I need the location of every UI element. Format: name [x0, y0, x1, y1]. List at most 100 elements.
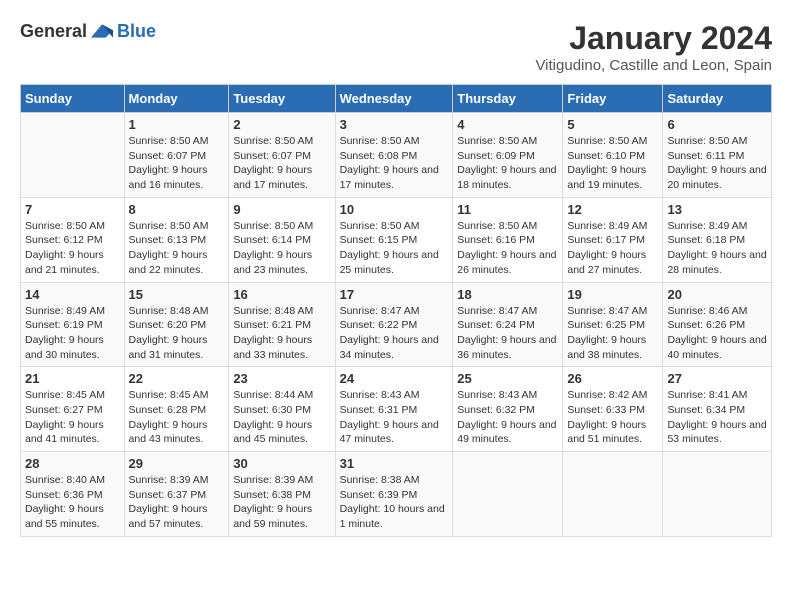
day-info: Sunrise: 8:38 AMSunset: 6:39 PMDaylight:… — [340, 473, 449, 532]
day-info: Sunrise: 8:50 AMSunset: 6:08 PMDaylight:… — [340, 134, 449, 193]
calendar-week-0: 1 Sunrise: 8:50 AMSunset: 6:07 PMDayligh… — [21, 113, 772, 198]
table-row: 30 Sunrise: 8:39 AMSunset: 6:38 PMDaylig… — [229, 452, 335, 537]
table-row: 2 Sunrise: 8:50 AMSunset: 6:07 PMDayligh… — [229, 113, 335, 198]
day-info: Sunrise: 8:44 AMSunset: 6:30 PMDaylight:… — [233, 388, 330, 447]
day-info: Sunrise: 8:50 AMSunset: 6:11 PMDaylight:… — [667, 134, 767, 193]
day-info: Sunrise: 8:43 AMSunset: 6:32 PMDaylight:… — [457, 388, 558, 447]
header-saturday: Saturday — [663, 85, 772, 113]
table-row: 31 Sunrise: 8:38 AMSunset: 6:39 PMDaylig… — [335, 452, 453, 537]
day-info: Sunrise: 8:50 AMSunset: 6:10 PMDaylight:… — [567, 134, 658, 193]
day-info: Sunrise: 8:40 AMSunset: 6:36 PMDaylight:… — [25, 473, 120, 532]
day-number: 11 — [457, 202, 558, 217]
logo-text-general: General — [20, 21, 87, 42]
table-row: 3 Sunrise: 8:50 AMSunset: 6:08 PMDayligh… — [335, 113, 453, 198]
day-info: Sunrise: 8:49 AMSunset: 6:19 PMDaylight:… — [25, 304, 120, 363]
day-number: 15 — [129, 287, 225, 302]
day-info: Sunrise: 8:48 AMSunset: 6:20 PMDaylight:… — [129, 304, 225, 363]
calendar-week-3: 21 Sunrise: 8:45 AMSunset: 6:27 PMDaylig… — [21, 367, 772, 452]
header-row: Sunday Monday Tuesday Wednesday Thursday… — [21, 85, 772, 113]
table-row: 19 Sunrise: 8:47 AMSunset: 6:25 PMDaylig… — [563, 282, 663, 367]
day-info: Sunrise: 8:43 AMSunset: 6:31 PMDaylight:… — [340, 388, 449, 447]
table-row: 18 Sunrise: 8:47 AMSunset: 6:24 PMDaylig… — [453, 282, 563, 367]
day-number: 6 — [667, 117, 767, 132]
table-row — [563, 452, 663, 537]
table-row: 17 Sunrise: 8:47 AMSunset: 6:22 PMDaylig… — [335, 282, 453, 367]
header-sunday: Sunday — [21, 85, 125, 113]
day-number: 18 — [457, 287, 558, 302]
day-info: Sunrise: 8:42 AMSunset: 6:33 PMDaylight:… — [567, 388, 658, 447]
table-row: 5 Sunrise: 8:50 AMSunset: 6:10 PMDayligh… — [563, 113, 663, 198]
table-row: 16 Sunrise: 8:48 AMSunset: 6:21 PMDaylig… — [229, 282, 335, 367]
title-area: January 2024 Vitigudino, Castille and Le… — [535, 20, 772, 74]
day-info: Sunrise: 8:50 AMSunset: 6:07 PMDaylight:… — [129, 134, 225, 193]
table-row: 13 Sunrise: 8:49 AMSunset: 6:18 PMDaylig… — [663, 197, 772, 282]
day-number: 2 — [233, 117, 330, 132]
day-number: 25 — [457, 371, 558, 386]
day-info: Sunrise: 8:50 AMSunset: 6:14 PMDaylight:… — [233, 219, 330, 278]
table-row: 14 Sunrise: 8:49 AMSunset: 6:19 PMDaylig… — [21, 282, 125, 367]
day-info: Sunrise: 8:47 AMSunset: 6:24 PMDaylight:… — [457, 304, 558, 363]
table-row: 6 Sunrise: 8:50 AMSunset: 6:11 PMDayligh… — [663, 113, 772, 198]
header-friday: Friday — [563, 85, 663, 113]
day-number: 4 — [457, 117, 558, 132]
day-info: Sunrise: 8:49 AMSunset: 6:17 PMDaylight:… — [567, 219, 658, 278]
day-info: Sunrise: 8:39 AMSunset: 6:38 PMDaylight:… — [233, 473, 330, 532]
day-info: Sunrise: 8:50 AMSunset: 6:09 PMDaylight:… — [457, 134, 558, 193]
table-row: 10 Sunrise: 8:50 AMSunset: 6:15 PMDaylig… — [335, 197, 453, 282]
day-info: Sunrise: 8:47 AMSunset: 6:22 PMDaylight:… — [340, 304, 449, 363]
calendar-week-4: 28 Sunrise: 8:40 AMSunset: 6:36 PMDaylig… — [21, 452, 772, 537]
day-number: 8 — [129, 202, 225, 217]
day-info: Sunrise: 8:47 AMSunset: 6:25 PMDaylight:… — [567, 304, 658, 363]
table-row: 7 Sunrise: 8:50 AMSunset: 6:12 PMDayligh… — [21, 197, 125, 282]
day-info: Sunrise: 8:39 AMSunset: 6:37 PMDaylight:… — [129, 473, 225, 532]
day-info: Sunrise: 8:46 AMSunset: 6:26 PMDaylight:… — [667, 304, 767, 363]
day-number: 27 — [667, 371, 767, 386]
day-number: 29 — [129, 456, 225, 471]
day-info: Sunrise: 8:50 AMSunset: 6:16 PMDaylight:… — [457, 219, 558, 278]
day-info: Sunrise: 8:50 AMSunset: 6:12 PMDaylight:… — [25, 219, 120, 278]
table-row — [21, 113, 125, 198]
logo-text-blue: Blue — [117, 21, 156, 42]
day-info: Sunrise: 8:41 AMSunset: 6:34 PMDaylight:… — [667, 388, 767, 447]
day-info: Sunrise: 8:50 AMSunset: 6:15 PMDaylight:… — [340, 219, 449, 278]
main-title: January 2024 — [535, 20, 772, 57]
day-number: 21 — [25, 371, 120, 386]
header-thursday: Thursday — [453, 85, 563, 113]
day-info: Sunrise: 8:45 AMSunset: 6:28 PMDaylight:… — [129, 388, 225, 447]
day-info: Sunrise: 8:50 AMSunset: 6:07 PMDaylight:… — [233, 134, 330, 193]
day-number: 13 — [667, 202, 767, 217]
calendar-week-2: 14 Sunrise: 8:49 AMSunset: 6:19 PMDaylig… — [21, 282, 772, 367]
day-number: 10 — [340, 202, 449, 217]
table-row — [663, 452, 772, 537]
table-row: 27 Sunrise: 8:41 AMSunset: 6:34 PMDaylig… — [663, 367, 772, 452]
table-row: 25 Sunrise: 8:43 AMSunset: 6:32 PMDaylig… — [453, 367, 563, 452]
day-number: 30 — [233, 456, 330, 471]
table-row: 11 Sunrise: 8:50 AMSunset: 6:16 PMDaylig… — [453, 197, 563, 282]
logo-icon — [91, 20, 113, 42]
day-number: 16 — [233, 287, 330, 302]
table-row: 4 Sunrise: 8:50 AMSunset: 6:09 PMDayligh… — [453, 113, 563, 198]
header-tuesday: Tuesday — [229, 85, 335, 113]
table-row: 23 Sunrise: 8:44 AMSunset: 6:30 PMDaylig… — [229, 367, 335, 452]
table-row: 8 Sunrise: 8:50 AMSunset: 6:13 PMDayligh… — [124, 197, 229, 282]
header-monday: Monday — [124, 85, 229, 113]
header-area: General Blue January 2024 Vitigudino, Ca… — [20, 20, 772, 74]
day-info: Sunrise: 8:49 AMSunset: 6:18 PMDaylight:… — [667, 219, 767, 278]
day-number: 9 — [233, 202, 330, 217]
day-number: 28 — [25, 456, 120, 471]
table-row: 26 Sunrise: 8:42 AMSunset: 6:33 PMDaylig… — [563, 367, 663, 452]
day-number: 31 — [340, 456, 449, 471]
day-number: 7 — [25, 202, 120, 217]
day-number: 3 — [340, 117, 449, 132]
logo: General Blue — [20, 20, 156, 42]
table-row: 1 Sunrise: 8:50 AMSunset: 6:07 PMDayligh… — [124, 113, 229, 198]
calendar-table: Sunday Monday Tuesday Wednesday Thursday… — [20, 84, 772, 537]
day-number: 12 — [567, 202, 658, 217]
calendar-week-1: 7 Sunrise: 8:50 AMSunset: 6:12 PMDayligh… — [21, 197, 772, 282]
day-info: Sunrise: 8:45 AMSunset: 6:27 PMDaylight:… — [25, 388, 120, 447]
day-number: 26 — [567, 371, 658, 386]
day-number: 20 — [667, 287, 767, 302]
day-number: 5 — [567, 117, 658, 132]
day-number: 17 — [340, 287, 449, 302]
day-number: 22 — [129, 371, 225, 386]
